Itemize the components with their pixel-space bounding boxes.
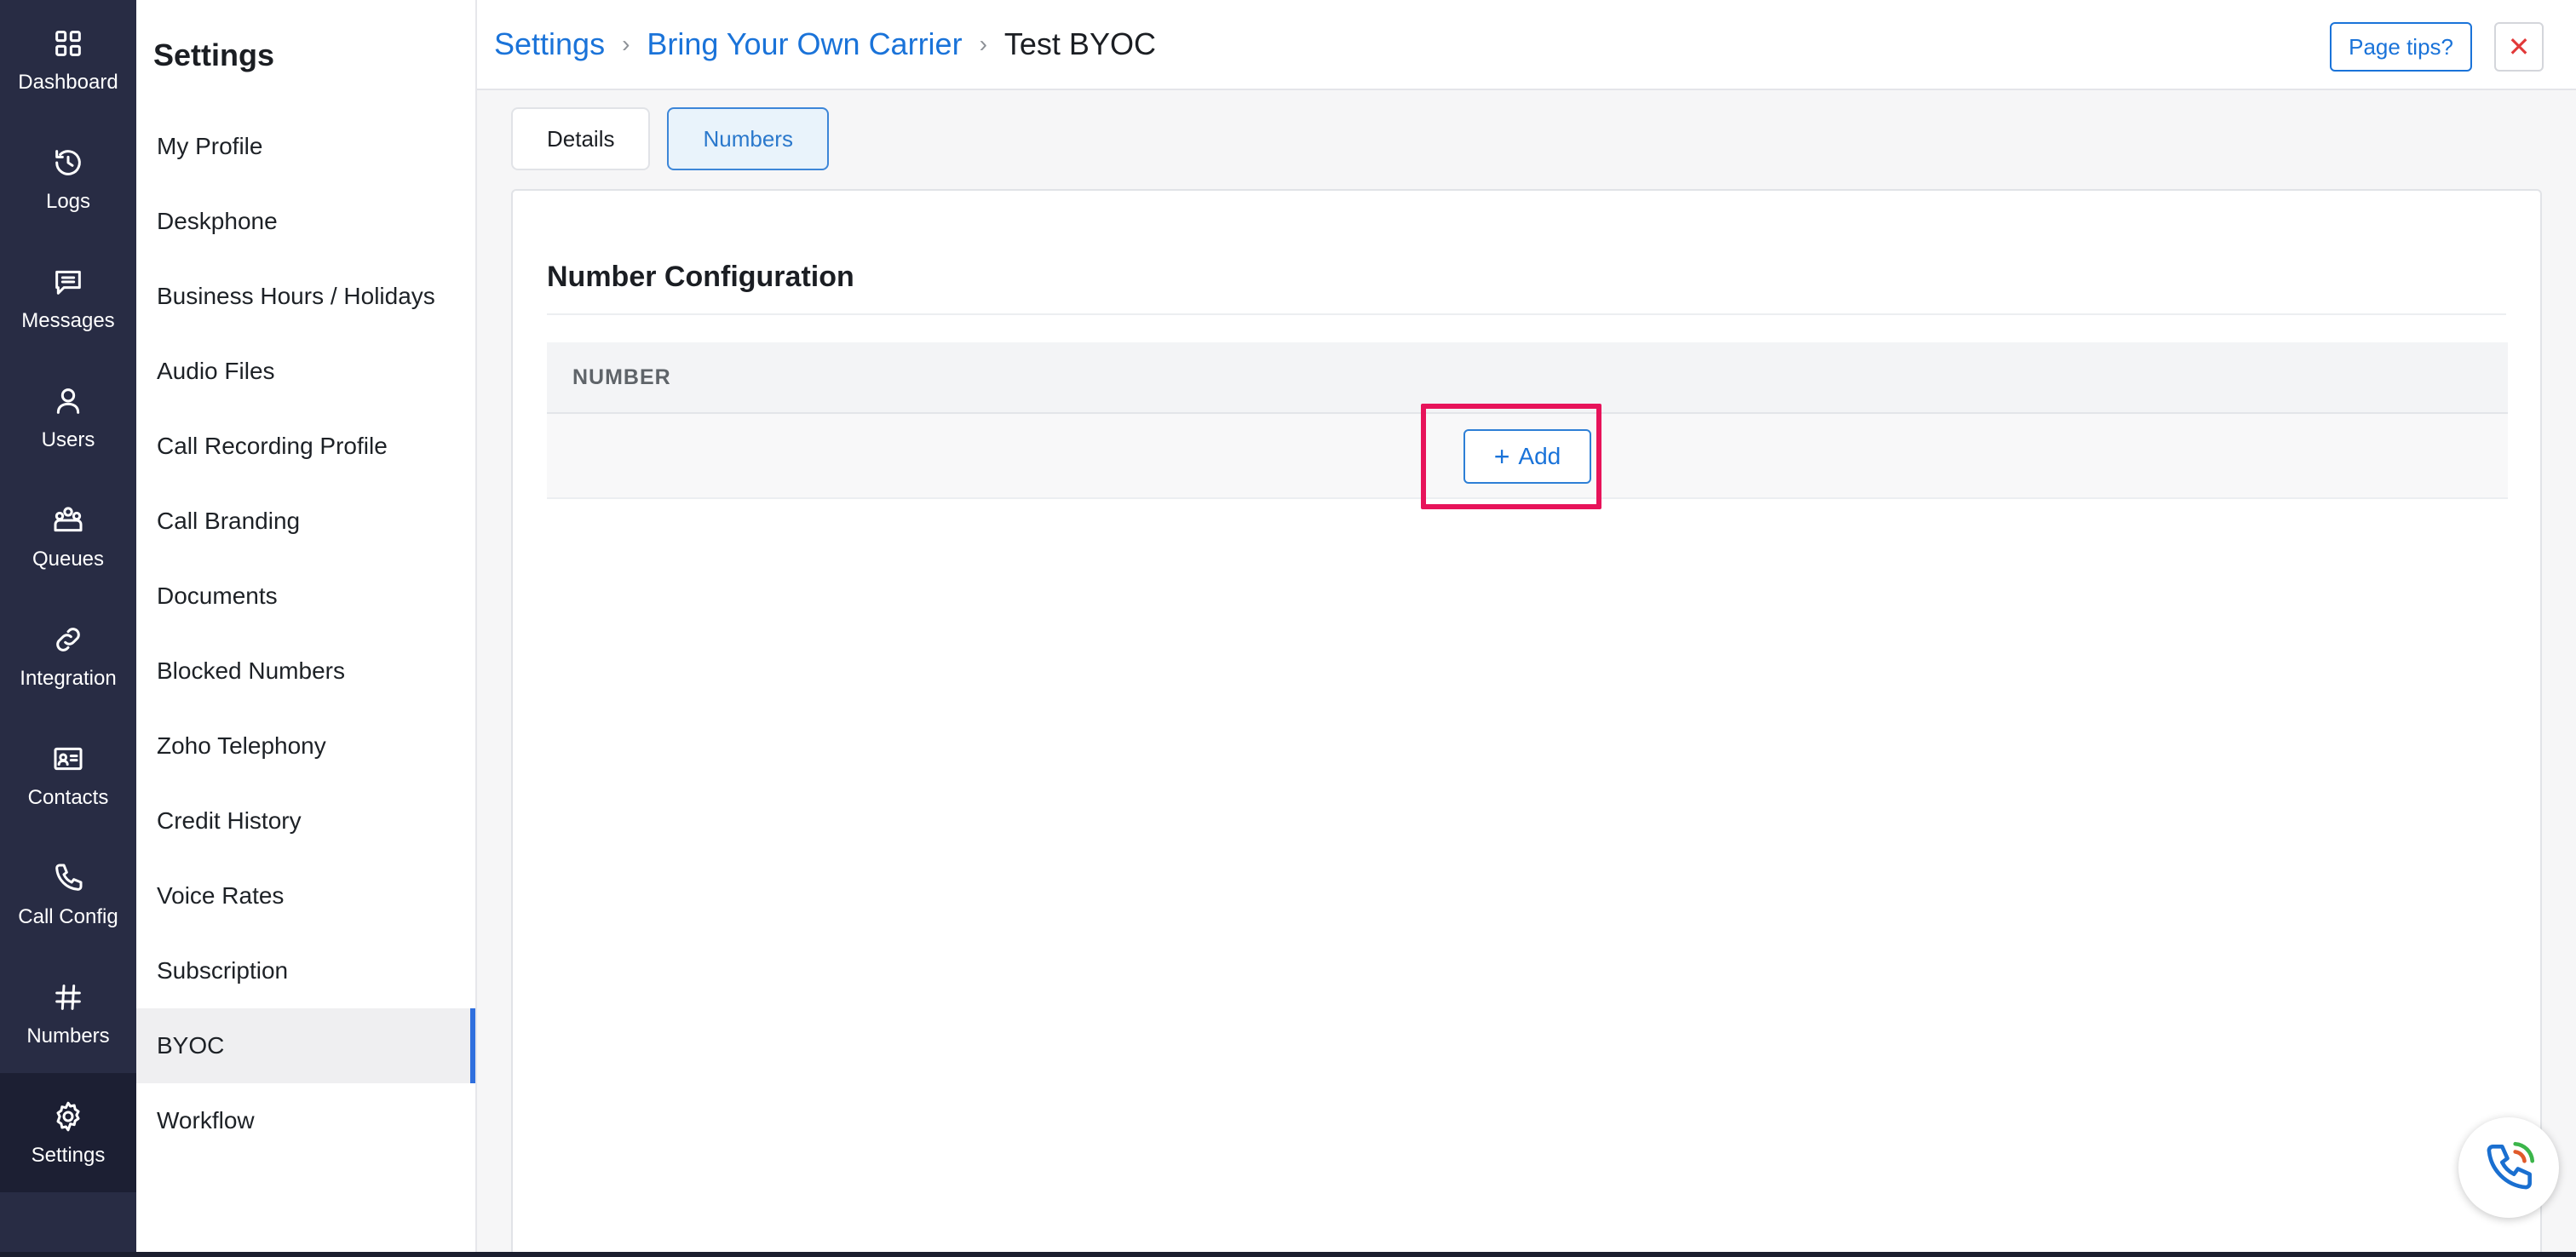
user-icon (49, 382, 87, 420)
breadcrumb-settings-link[interactable]: Settings (494, 26, 605, 62)
floating-call-button[interactable] (2458, 1117, 2559, 1218)
rail-item-settings[interactable]: Settings (0, 1073, 136, 1192)
submenu-item-documents[interactable]: Documents (136, 559, 475, 634)
column-header-number: NUMBER (572, 364, 671, 389)
rail-item-label: Call Config (18, 905, 118, 928)
main-content: Settings › Bring Your Own Carrier › Test… (477, 0, 2576, 1257)
submenu-item-deskphone[interactable]: Deskphone (136, 184, 475, 259)
rail-item-users[interactable]: Users (0, 358, 136, 477)
divider (547, 313, 2506, 315)
submenu-item-credit-history[interactable]: Credit History (136, 783, 475, 858)
rail-item-label: Dashboard (18, 71, 118, 94)
submenu-item-audio-files[interactable]: Audio Files (136, 334, 475, 409)
rail-item-messages[interactable]: Messages (0, 238, 136, 358)
window-bottom-edge (0, 1252, 2576, 1257)
breadcrumb-byoc-link[interactable]: Bring Your Own Carrier (647, 26, 962, 62)
hash-icon (49, 979, 87, 1016)
close-button[interactable]: ✕ (2494, 22, 2544, 72)
add-number-button[interactable]: + Add (1463, 429, 1591, 484)
settings-submenu: Settings My Profile Deskphone Business H… (136, 0, 477, 1252)
rail-item-numbers[interactable]: Numbers (0, 954, 136, 1073)
app-window: Dashboard Logs Messages Users Queues Int… (0, 0, 2576, 1257)
tab-details[interactable]: Details (511, 107, 651, 170)
link-icon (49, 621, 87, 658)
submenu-title: Settings (153, 37, 275, 72)
rail-item-integration[interactable]: Integration (0, 596, 136, 715)
rail-item-label: Integration (20, 667, 117, 690)
submenu-item-blocked-numbers[interactable]: Blocked Numbers (136, 634, 475, 709)
submenu-item-my-profile[interactable]: My Profile (136, 109, 475, 184)
numbers-table: NUMBER + Add (547, 342, 2508, 509)
rail-item-label: Settings (31, 1144, 106, 1167)
contact-card-icon (49, 740, 87, 778)
rail-item-contacts[interactable]: Contacts (0, 715, 136, 835)
breadcrumb: Settings › Bring Your Own Carrier › Test… (494, 26, 1156, 62)
rail-item-label: Numbers (26, 1025, 110, 1048)
phone-call-icon (2487, 1141, 2535, 1190)
submenu-item-call-branding[interactable]: Call Branding (136, 484, 475, 559)
submenu-item-workflow[interactable]: Workflow (136, 1083, 475, 1158)
plus-icon: + (1493, 441, 1510, 472)
submenu-item-call-recording-profile[interactable]: Call Recording Profile (136, 409, 475, 484)
top-actions: Page tips? ✕ (2330, 22, 2544, 72)
rail-item-label: Messages (21, 309, 115, 332)
page-title: Test BYOC (1003, 26, 1156, 61)
history-icon (49, 144, 87, 181)
number-configuration-panel: Number Configuration NUMBER + Add (511, 189, 2542, 1257)
icon-rail: Dashboard Logs Messages Users Queues Int… (0, 0, 136, 1252)
submenu-item-voice-rates[interactable]: Voice Rates (136, 858, 475, 933)
message-icon (49, 263, 87, 301)
tab-bar: Details Numbers (511, 107, 829, 170)
page-tips-button[interactable]: Page tips? (2330, 22, 2472, 72)
submenu-item-zoho-telephony[interactable]: Zoho Telephony (136, 709, 475, 783)
tab-numbers[interactable]: Numbers (667, 107, 829, 170)
queues-icon (49, 502, 87, 539)
gear-icon (49, 1098, 87, 1135)
section-title: Number Configuration (547, 261, 854, 293)
rail-item-logs[interactable]: Logs (0, 119, 136, 238)
submenu-item-subscription[interactable]: Subscription (136, 933, 475, 1008)
chevron-right-icon: › (622, 31, 630, 57)
rail-item-label: Users (41, 428, 95, 451)
top-bar: Settings › Bring Your Own Carrier › Test… (477, 0, 2576, 90)
table-row: + Add (547, 404, 2508, 509)
grid-icon (49, 25, 87, 62)
rail-item-label: Contacts (27, 786, 109, 809)
phone-icon (49, 859, 87, 897)
chevron-right-icon: › (979, 31, 987, 57)
submenu-item-byoc[interactable]: BYOC (136, 1008, 475, 1083)
rail-item-queues[interactable]: Queues (0, 477, 136, 596)
rail-item-label: Queues (32, 548, 105, 571)
close-icon: ✕ (2507, 32, 2531, 62)
add-button-label: Add (1518, 443, 1561, 469)
submenu-item-business-hours[interactable]: Business Hours / Holidays (136, 259, 475, 334)
submenu-list: My Profile Deskphone Business Hours / Ho… (136, 109, 475, 1158)
rail-item-call-config[interactable]: Call Config (0, 835, 136, 954)
rail-item-label: Logs (45, 190, 91, 213)
rail-item-dashboard[interactable]: Dashboard (0, 0, 136, 119)
